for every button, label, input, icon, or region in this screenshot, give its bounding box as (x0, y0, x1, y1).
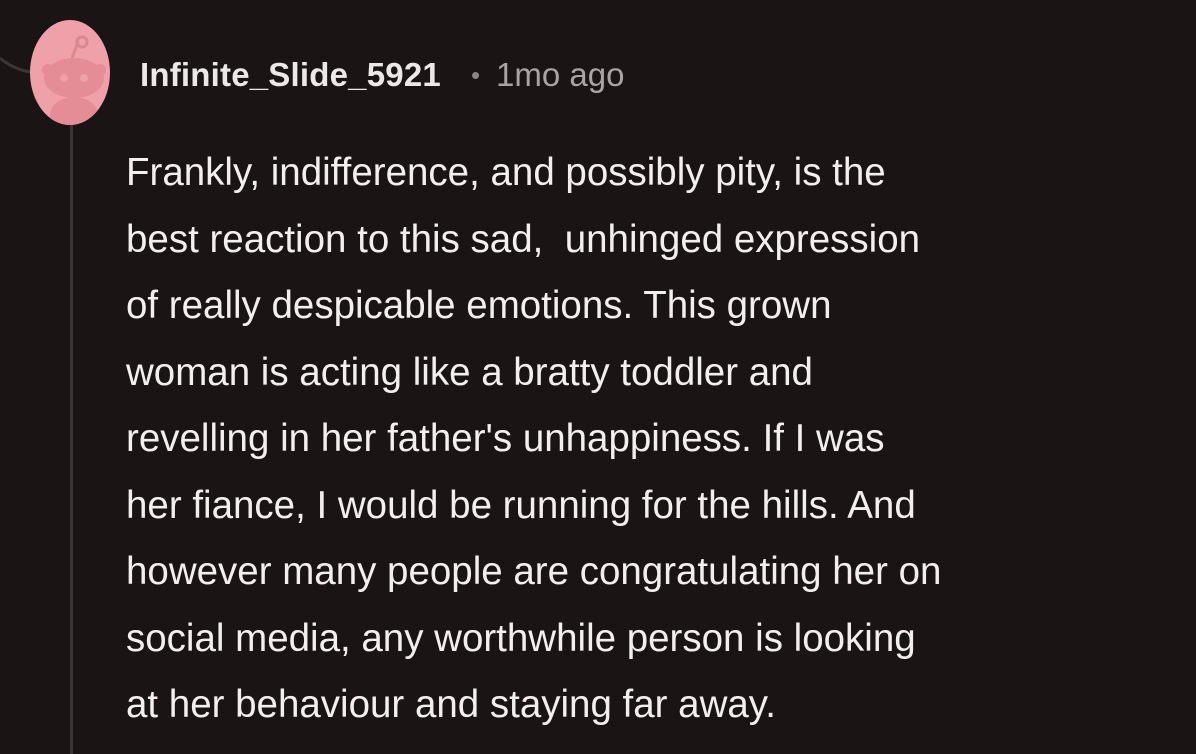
comment-line: however many people are congratulating h… (126, 550, 942, 593)
meta-separator: • (470, 59, 481, 90)
comment-line: best reaction to this sad, unhinged expr… (126, 217, 921, 261)
comment-line: woman is acting like a bratty toddler an… (126, 350, 813, 394)
comment-body: Frankly, indifference, and possibly pity… (126, 140, 1186, 739)
comment-line: social media, any worthwhile person is l… (126, 616, 916, 660)
comment-line: her fiance, I would be running for the h… (126, 483, 916, 527)
comment-line: of really despicable emotions. This grow… (126, 284, 832, 327)
avatar[interactable] (30, 20, 110, 125)
comment-author[interactable]: Infinite_Slide_5921 (140, 56, 441, 94)
snoo-avatar-icon (42, 35, 106, 125)
comment-header: Infinite_Slide_5921 • 1mo ago (140, 52, 624, 98)
comment-line: at her behaviour and staying far away. (126, 683, 776, 726)
comment-timestamp[interactable]: 1mo ago (496, 56, 624, 94)
thread-line[interactable] (70, 120, 73, 754)
comment-line: Frankly, indifference, and possibly pity… (126, 151, 886, 194)
comment-line: revelling in her father's unhappiness. I… (126, 417, 885, 460)
